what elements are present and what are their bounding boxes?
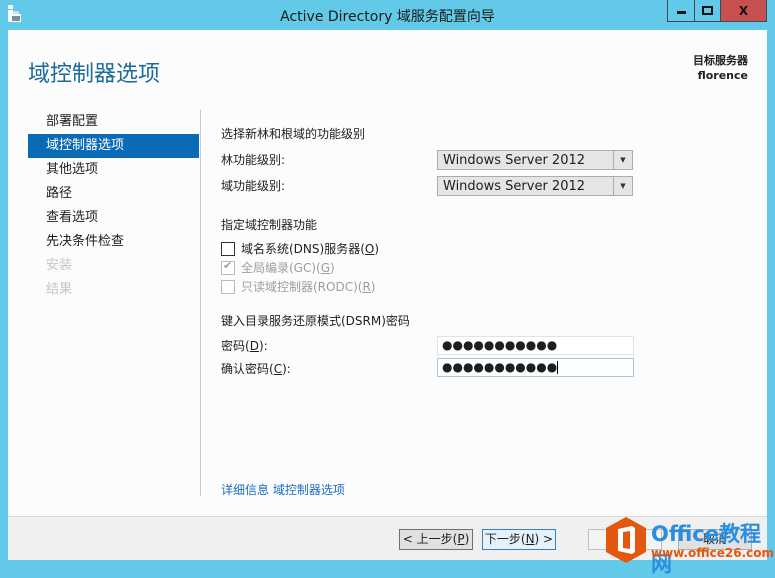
rodc-label: 只读域控制器(RODC)(R)	[241, 280, 376, 294]
page-title: 域控制器选项	[28, 62, 161, 87]
window-controls: X	[667, 0, 767, 22]
checkbox-unchecked-icon	[221, 241, 235, 256]
nav-divider	[200, 110, 201, 496]
checkbox-checked-icon: ✔	[221, 259, 235, 275]
title-bar: Active Directory 域服务配置向导 X	[0, 0, 775, 30]
window-title: Active Directory 域服务配置向导	[280, 9, 495, 25]
nav-item-dc-options[interactable]: 域控制器选项	[28, 134, 199, 158]
global-catalog-label: 全局编录(GC)(G)	[241, 261, 335, 275]
wizard-body: 域控制器选项 目标服务器 florence 部署配置 域控制器选项 其他选项 路…	[8, 30, 767, 560]
close-button[interactable]: X	[720, 0, 766, 21]
minimize-icon	[676, 11, 686, 14]
minimize-button[interactable]	[668, 0, 694, 21]
target-server-label: 目标服务器	[693, 54, 748, 67]
functional-level-heading: 选择新林和根域的功能级别	[221, 127, 366, 141]
password-label: 密码(D):	[221, 339, 268, 353]
forest-level-select[interactable]: Windows Server 2012 ▼	[437, 150, 633, 170]
confirm-password-value: ●●●●●●●●●●●	[442, 360, 558, 374]
target-server-name: florence	[697, 69, 748, 82]
global-catalog-checkbox: ✔ 全局编录(GC)(G)	[221, 259, 335, 276]
previous-button[interactable]: < 上一步(P)	[399, 529, 473, 550]
password-input[interactable]: ●●●●●●●●●●●	[437, 336, 634, 355]
dns-server-label: 域名系统(DNS)服务器(O)	[241, 242, 380, 256]
domain-level-label: 域功能级别:	[221, 179, 286, 193]
nav-item-installation: 安装	[46, 258, 73, 273]
dsrm-heading: 键入目录服务还原模式(DSRM)密码	[221, 314, 410, 328]
maximize-icon	[702, 6, 713, 15]
nav-item-results: 结果	[46, 282, 73, 297]
nav-item-review-options[interactable]: 查看选项	[28, 206, 199, 230]
confirm-password-field-text: ●●●●●●●●●●●	[442, 359, 559, 376]
rodc-checkbox: 只读域控制器(RODC)(R)	[221, 278, 375, 295]
office-logo-icon	[606, 517, 646, 563]
nav-item-additional-options[interactable]: 其他选项	[28, 158, 199, 182]
office26-watermark: Office教程网 www.office26.com	[606, 517, 775, 576]
watermark-url: www.office26.com	[651, 546, 775, 560]
target-server: 目标服务器 florence	[693, 53, 748, 83]
confirm-password-input[interactable]: ●●●●●●●●●●●	[437, 358, 634, 377]
confirm-password-label: 确认密码(C):	[221, 362, 291, 376]
next-button[interactable]: 下一步(N) >	[482, 529, 556, 550]
dc-capabilities-heading: 指定域控制器功能	[221, 218, 318, 232]
domain-level-value: Windows Server 2012	[443, 179, 586, 194]
forest-level-label: 林功能级别:	[221, 153, 286, 167]
dns-server-checkbox[interactable]: 域名系统(DNS)服务器(O)	[221, 240, 379, 257]
forest-level-value: Windows Server 2012	[443, 153, 586, 168]
more-info-link[interactable]: 详细信息 域控制器选项	[221, 481, 345, 498]
nav-item-paths[interactable]: 路径	[28, 182, 199, 206]
maximize-button[interactable]	[694, 0, 720, 21]
close-icon: X	[738, 3, 749, 18]
checkbox-unchecked-icon	[221, 279, 235, 294]
password-value: ●●●●●●●●●●●	[442, 338, 558, 352]
nav-item-deployment-config[interactable]: 部署配置	[28, 110, 199, 134]
text-caret	[557, 361, 559, 374]
nav-item-prerequisites-check[interactable]: 先决条件检查	[28, 230, 199, 254]
chevron-down-icon: ▼	[613, 177, 632, 195]
domain-level-select[interactable]: Windows Server 2012 ▼	[437, 176, 633, 196]
wizard-nav: 部署配置 域控制器选项 其他选项 路径 查看选项 先决条件检查 安装 结果	[28, 110, 199, 302]
chevron-down-icon: ▼	[613, 151, 632, 169]
